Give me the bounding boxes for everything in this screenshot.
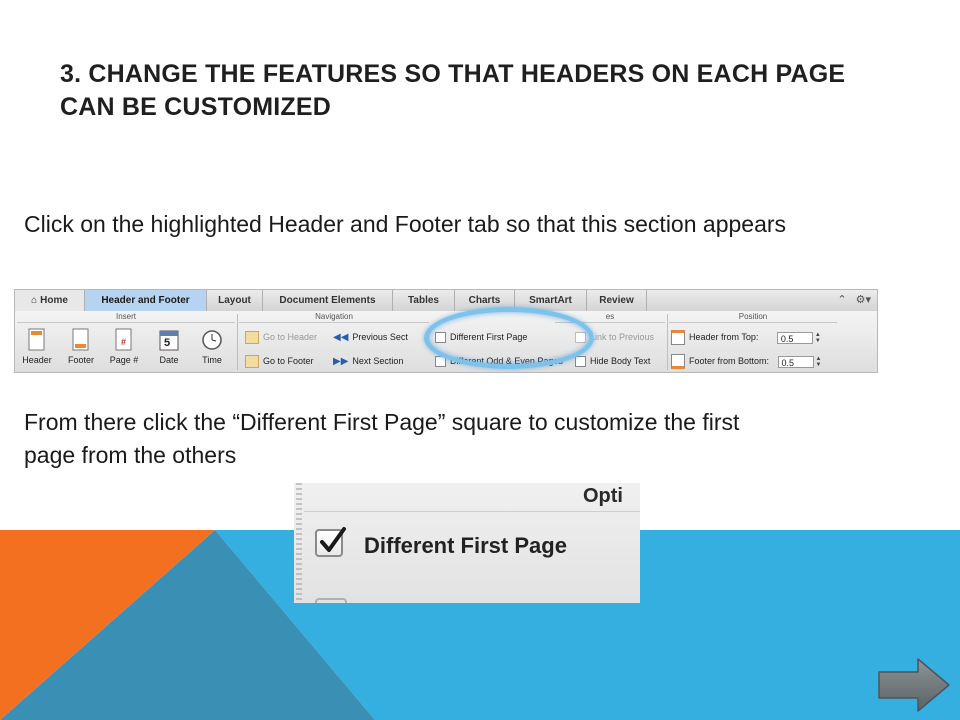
header-from-top-input[interactable]: 0.5 bbox=[776, 331, 813, 344]
time-button[interactable]: Time bbox=[192, 328, 232, 365]
header-from-top-stepper[interactable]: ▲ ▼ bbox=[815, 332, 823, 344]
highlight-circle bbox=[424, 307, 594, 369]
gear-icon[interactable]: ⚙▾ bbox=[856, 294, 871, 306]
different-first-page-label-zoomed: Different First Page bbox=[364, 533, 567, 558]
tab-tables[interactable]: Tables bbox=[393, 290, 455, 311]
hide-body-text-checkbox[interactable] bbox=[575, 356, 586, 368]
previous-arrow-icon: ◀◀ bbox=[333, 332, 349, 343]
ribbon-tab-bar: ⌂ Home Header and Footer Layout Document … bbox=[15, 290, 877, 312]
dotted-divider bbox=[296, 483, 302, 603]
header-position-icon bbox=[671, 330, 685, 346]
checkmark-icon bbox=[320, 527, 346, 552]
footer-from-bottom-stepper[interactable]: ▲ ▼ bbox=[816, 356, 824, 368]
different-first-page-checkbox-zoomed[interactable] bbox=[315, 527, 346, 557]
next-checkbox-partial bbox=[315, 598, 347, 603]
instruction-text-2: From there click the “Different First Pa… bbox=[24, 409, 740, 468]
ribbon-screenshot: ⌂ Home Header and Footer Layout Document … bbox=[14, 289, 878, 373]
footer-button[interactable]: Footer bbox=[61, 328, 101, 365]
instruction-text-1: Click on the highlighted Header and Foot… bbox=[24, 211, 787, 237]
home-icon: ⌂ bbox=[31, 295, 38, 306]
footer-from-bottom-input[interactable]: 0.5 bbox=[777, 355, 814, 368]
header-from-top-field: Header from Top: 0.5 ▲ ▼ bbox=[671, 330, 823, 346]
page-number-icon: # bbox=[115, 328, 132, 351]
footer-page-icon bbox=[72, 328, 89, 351]
tab-layout[interactable]: Layout bbox=[207, 290, 263, 311]
clock-icon bbox=[202, 330, 222, 350]
header-page-icon bbox=[28, 328, 45, 351]
tab-home[interactable]: ⌂ Home bbox=[15, 290, 85, 311]
group-insert-label: Insert bbox=[17, 312, 235, 323]
go-to-footer-icon bbox=[245, 355, 259, 369]
header-button[interactable]: Header bbox=[17, 328, 57, 365]
slide-title: 3. CHANGE THE FEATURES SO THAT HEADERS O… bbox=[60, 60, 846, 121]
svg-text:#: # bbox=[121, 337, 126, 347]
group-divider-line bbox=[304, 511, 640, 512]
next-section-button[interactable]: ▶▶ Next Section bbox=[333, 354, 403, 368]
group-divider bbox=[237, 314, 238, 370]
group-navigation-label: Navigation bbox=[239, 312, 429, 323]
zoomed-option-image: Opti Different First Page bbox=[294, 483, 640, 603]
previous-section-button[interactable]: ◀◀ Previous Sect bbox=[333, 330, 408, 344]
hide-body-text-option[interactable]: Hide Body Text bbox=[575, 354, 650, 368]
group-divider bbox=[667, 314, 668, 370]
tab-header-and-footer[interactable]: Header and Footer bbox=[85, 290, 207, 311]
tab-document-elements[interactable]: Document Elements bbox=[263, 290, 393, 311]
next-slide-arrow-icon[interactable] bbox=[876, 656, 952, 714]
footer-position-icon bbox=[671, 354, 685, 370]
ribbon-controls: ⌃ ⚙▾ bbox=[837, 293, 871, 306]
collapse-ribbon-icon[interactable]: ⌃ bbox=[837, 294, 846, 306]
date-button[interactable]: 5 Date bbox=[149, 328, 189, 365]
page-number-button[interactable]: # Page # bbox=[104, 328, 144, 365]
next-arrow-icon: ▶▶ bbox=[333, 356, 349, 367]
tab-review[interactable]: Review bbox=[587, 290, 647, 311]
go-to-footer-button[interactable]: Go to Footer bbox=[245, 354, 314, 369]
date-number: 5 bbox=[164, 337, 171, 349]
go-to-header-button[interactable]: Go to Header bbox=[245, 330, 317, 345]
group-position-label: Position bbox=[669, 312, 837, 323]
footer-from-bottom-field: Footer from Bottom: 0.5 ▲ ▼ bbox=[671, 354, 824, 370]
go-to-header-icon bbox=[245, 331, 259, 345]
options-group-label: Opti bbox=[583, 485, 623, 507]
